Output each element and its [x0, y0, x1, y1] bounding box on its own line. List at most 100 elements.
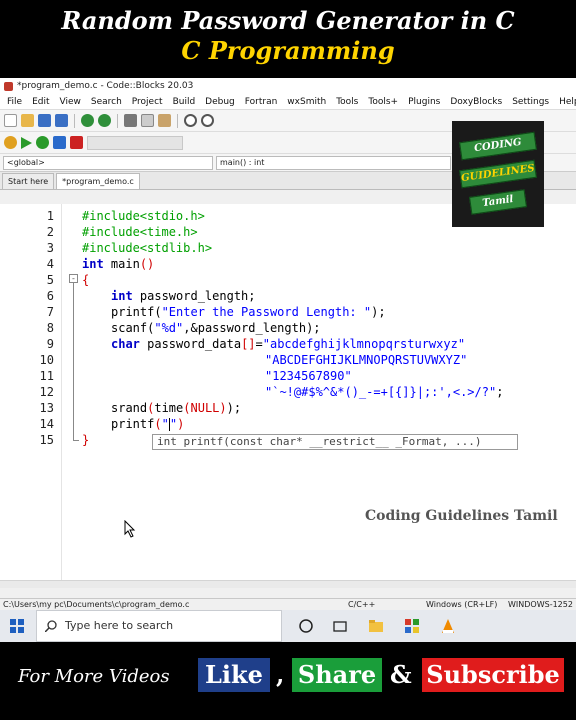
menu-build[interactable]: Build — [168, 94, 201, 109]
line-number: 7 — [46, 305, 54, 319]
menu-search[interactable]: Search — [86, 94, 127, 109]
code-line-6: int password_length; — [111, 289, 256, 303]
line-number: 14 — [39, 417, 54, 431]
codeblocks-window: *program_demo.c - Code::Blocks 20.03 Fil… — [0, 78, 576, 610]
channel-logo: CODING GUIDELINES Tamil — [452, 121, 544, 227]
codeblocks-app-icon — [4, 81, 13, 91]
replace-icon[interactable] — [201, 114, 214, 127]
copy-icon[interactable] — [141, 114, 154, 127]
share-badge: Share — [292, 658, 382, 692]
find-icon[interactable] — [184, 114, 197, 127]
promo-ampersand: & — [390, 660, 412, 689]
code-line-1: #include<stdio.h> — [82, 209, 205, 223]
code-line-14: printf("") — [111, 417, 185, 431]
menu-view[interactable]: View — [55, 94, 86, 109]
search-icon — [45, 620, 57, 632]
menu-project[interactable]: Project — [127, 94, 168, 109]
tab-start-here[interactable]: Start here — [2, 173, 55, 189]
code-line-15: } — [82, 433, 90, 447]
horizontal-scrollbar[interactable] — [0, 580, 576, 588]
task-view-icon[interactable] — [332, 618, 348, 634]
status-file-path: C:\Users\my pc\Documents\c\program_demo.… — [3, 600, 190, 609]
window-titlebar: *program_demo.c - Code::Blocks 20.03 — [0, 78, 576, 94]
cortana-icon[interactable] — [298, 618, 314, 634]
code-line-7: printf("Enter the Password Length: "); — [111, 305, 386, 319]
promo-banner: For More Videos Like , Share & Subscribe — [0, 642, 576, 720]
line-number: 11 — [39, 369, 54, 383]
status-language: C/C++ — [348, 600, 376, 609]
code-line-8: scanf("%d",&password_length); — [111, 321, 321, 335]
video-title: Random Password Generator in C — [61, 6, 515, 35]
menu-file[interactable]: File — [2, 94, 27, 109]
codeblocks-taskbar-icon[interactable] — [404, 618, 420, 634]
line-number: 8 — [46, 321, 54, 335]
line-number: 3 — [46, 241, 54, 255]
line-number: 2 — [46, 225, 54, 239]
tab-program-demo[interactable]: *program_demo.c — [56, 173, 140, 189]
windows-start-icon[interactable] — [10, 619, 24, 633]
code-line-10: "ABCDEFGHIJKLMNOPQRSTUVWXYZ" — [265, 353, 468, 367]
vlc-icon[interactable] — [440, 618, 456, 634]
code-line-12: "`~!@#$%^&*()_-=+[{]}|;:',<.>/?"; — [265, 385, 504, 399]
menu-tools[interactable]: Tools — [331, 94, 363, 109]
build-target-select[interactable] — [87, 135, 183, 150]
menu-wxsmith[interactable]: wxSmith — [282, 94, 331, 109]
promo-comma: , — [276, 660, 285, 689]
paste-icon[interactable] — [158, 114, 171, 127]
abort-icon[interactable] — [70, 136, 83, 149]
code-line-11: "1234567890" — [265, 369, 352, 383]
line-number: 1 — [46, 209, 54, 223]
watermark-text: Coding Guidelines Tamil — [365, 508, 558, 524]
status-bar: C:\Users\my pc\Documents\c\program_demo.… — [0, 598, 576, 610]
code-line-2: #include<time.h> — [82, 225, 198, 239]
file-explorer-icon[interactable] — [368, 618, 384, 634]
window-title: *program_demo.c - Code::Blocks 20.03 — [17, 81, 194, 91]
menu-tools-plus[interactable]: Tools+ — [363, 94, 403, 109]
new-file-icon[interactable] — [4, 114, 17, 127]
like-badge: Like — [198, 658, 270, 692]
menu-edit[interactable]: Edit — [27, 94, 54, 109]
undo-icon[interactable] — [81, 114, 94, 127]
run-icon[interactable] — [21, 136, 32, 149]
taskbar-search-box[interactable]: Type here to search — [36, 610, 282, 642]
build-gear-icon[interactable] — [4, 136, 17, 149]
code-line-9: char password_data[]="abcdefghijklmnopqr… — [111, 337, 466, 351]
video-title-banner: Random Password Generator in C C Program… — [0, 0, 576, 78]
function-select[interactable]: main() : int — [216, 155, 451, 170]
scope-select[interactable]: <global> — [3, 155, 213, 170]
search-placeholder: Type here to search — [65, 619, 174, 632]
line-number: 13 — [39, 401, 54, 415]
cut-icon[interactable] — [124, 114, 137, 127]
promo-more-videos: For More Videos — [18, 666, 170, 687]
line-number-gutter: 1 2 3 4 5 6 7 8 9 10 11 12 13 14 15 — [0, 204, 62, 580]
save-all-icon[interactable] — [55, 114, 68, 127]
subscribe-badge: Subscribe — [422, 658, 564, 692]
menu-help[interactable]: Help — [554, 94, 576, 109]
menu-fortran[interactable]: Fortran — [240, 94, 283, 109]
mouse-pointer-icon — [124, 520, 136, 538]
video-subtitle: C Programming — [181, 36, 395, 65]
menu-debug[interactable]: Debug — [200, 94, 240, 109]
code-line-13: srand(time(NULL)); — [111, 401, 242, 415]
line-number: 10 — [39, 353, 54, 367]
line-number: 15 — [39, 433, 54, 447]
code-line-3: #include<stdlib.h> — [82, 241, 213, 255]
line-number: 12 — [39, 385, 54, 399]
menu-bar: File Edit View Search Project Build Debu… — [0, 94, 576, 110]
function-calltip: int printf(const char* __restrict__ _For… — [152, 434, 518, 450]
menu-settings[interactable]: Settings — [507, 94, 554, 109]
rebuild-icon[interactable] — [53, 136, 66, 149]
open-folder-icon[interactable] — [21, 114, 34, 127]
redo-icon[interactable] — [98, 114, 111, 127]
logo-coding: CODING — [459, 131, 537, 161]
line-number: 6 — [46, 289, 54, 303]
logo-tamil: Tamil — [469, 189, 527, 215]
code-line-4: int main() — [82, 257, 155, 271]
line-number: 9 — [46, 337, 54, 351]
save-icon[interactable] — [38, 114, 51, 127]
menu-doxyblocks[interactable]: DoxyBlocks — [445, 94, 507, 109]
code-line-5: { — [82, 273, 90, 287]
status-encoding: WINDOWS-1252 — [508, 600, 573, 609]
build-run-icon[interactable] — [36, 136, 49, 149]
menu-plugins[interactable]: Plugins — [403, 94, 445, 109]
